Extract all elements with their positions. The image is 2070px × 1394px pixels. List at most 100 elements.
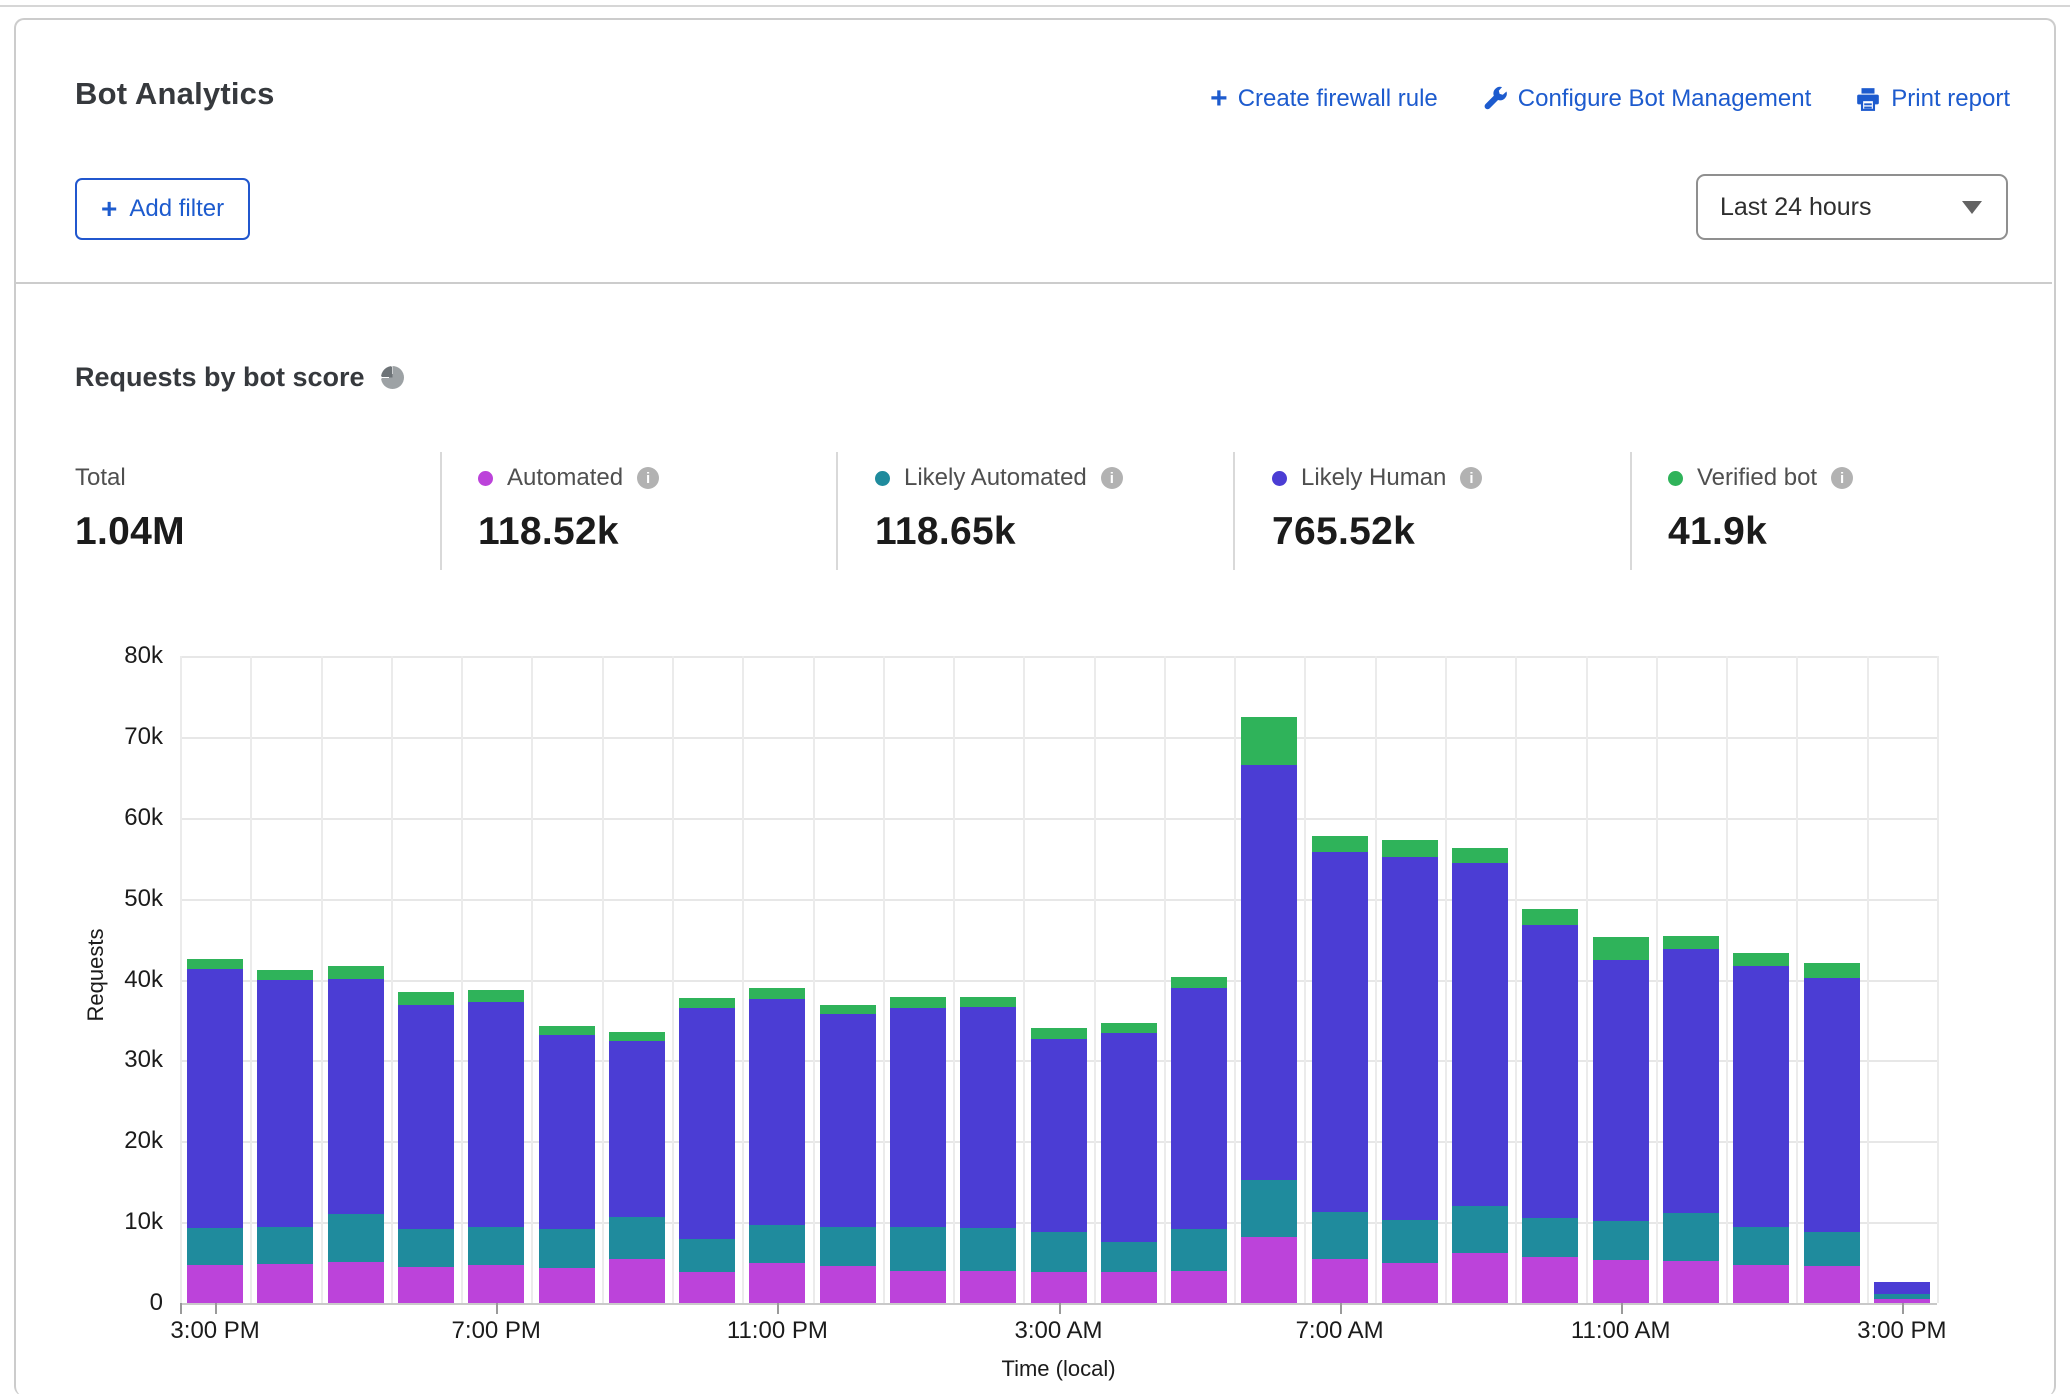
chart-bar-600pm[interactable] bbox=[398, 992, 454, 1303]
gridline bbox=[321, 656, 323, 1303]
gridline bbox=[180, 818, 1937, 820]
y-tick-label: 30k bbox=[93, 1046, 163, 1074]
chart-bar-500am[interactable] bbox=[1171, 977, 1227, 1303]
chart-bar-900pm[interactable] bbox=[609, 1032, 665, 1303]
chart-bar-900am[interactable] bbox=[1452, 848, 1508, 1303]
chart-bar-1000pm[interactable] bbox=[679, 998, 735, 1303]
configure-bot-management-label: Configure Bot Management bbox=[1518, 85, 1812, 113]
x-axis-title: Time (local) bbox=[180, 1356, 1937, 1382]
verified-bot-legend-dot bbox=[1668, 471, 1683, 486]
chart-bar-600am[interactable] bbox=[1241, 717, 1297, 1303]
y-tick-label: 50k bbox=[93, 885, 163, 913]
stat-likely-human-label: Likely Human bbox=[1301, 464, 1446, 492]
bar-segment-verified-bot bbox=[1171, 977, 1227, 988]
bar-segment-verified-bot bbox=[1382, 840, 1438, 856]
x-tick-mark bbox=[215, 1303, 217, 1314]
gridline bbox=[1726, 656, 1728, 1303]
info-icon[interactable]: i bbox=[1101, 467, 1123, 489]
bar-segment-likely-automated bbox=[398, 1229, 454, 1267]
bar-segment-automated bbox=[1663, 1261, 1719, 1303]
chevron-down-icon bbox=[1962, 201, 1982, 214]
bar-segment-likely-human bbox=[257, 980, 313, 1227]
bar-segment-likely-human bbox=[679, 1008, 735, 1239]
chart-bar-800pm[interactable] bbox=[539, 1026, 595, 1303]
chart-bar-200am[interactable] bbox=[960, 997, 1016, 1303]
add-filter-button[interactable]: + Add filter bbox=[75, 178, 250, 240]
print-report-link[interactable]: Print report bbox=[1855, 85, 2010, 113]
bar-segment-verified-bot bbox=[1804, 963, 1860, 978]
chart-bar-1200am[interactable] bbox=[820, 1005, 876, 1303]
chart-bar-1100am[interactable] bbox=[1593, 937, 1649, 1303]
x-tick-mark bbox=[1059, 1303, 1061, 1314]
chart-bar-300pm[interactable] bbox=[187, 959, 243, 1303]
gridline bbox=[250, 656, 252, 1303]
bar-segment-likely-automated bbox=[1312, 1212, 1368, 1260]
automated-legend-dot bbox=[478, 471, 493, 486]
chart-bar-400am[interactable] bbox=[1101, 1023, 1157, 1303]
y-tick-label: 60k bbox=[93, 804, 163, 832]
info-icon[interactable]: i bbox=[1831, 467, 1853, 489]
top-divider bbox=[0, 5, 2070, 7]
stat-divider bbox=[1233, 452, 1235, 570]
x-tick-label: 3:00 AM bbox=[969, 1317, 1149, 1345]
info-icon[interactable]: i bbox=[1460, 467, 1482, 489]
bar-segment-automated bbox=[468, 1265, 524, 1303]
chart-bar-1000am[interactable] bbox=[1522, 909, 1578, 1303]
bar-segment-automated bbox=[1031, 1272, 1087, 1303]
gridline bbox=[742, 656, 744, 1303]
add-filter-label: Add filter bbox=[129, 195, 224, 223]
bar-segment-verified-bot bbox=[398, 992, 454, 1004]
y-tick-label: 0 bbox=[93, 1289, 163, 1317]
bar-segment-automated bbox=[679, 1272, 735, 1303]
chart-bar-400pm[interactable] bbox=[257, 970, 313, 1303]
bar-segment-likely-human bbox=[1804, 978, 1860, 1232]
gridline bbox=[1234, 656, 1236, 1303]
gridline bbox=[1656, 656, 1658, 1303]
y-tick-label: 80k bbox=[93, 642, 163, 670]
bar-segment-likely-human bbox=[890, 1008, 946, 1227]
bar-segment-likely-human bbox=[1101, 1033, 1157, 1242]
stat-automated-value: 118.52k bbox=[478, 510, 659, 554]
bar-segment-likely-automated bbox=[1171, 1229, 1227, 1271]
axis-origin-tick bbox=[180, 1303, 182, 1314]
bar-segment-likely-human bbox=[1031, 1039, 1087, 1231]
chart-bar-100pm[interactable] bbox=[1733, 953, 1789, 1303]
x-tick-label: 11:00 AM bbox=[1531, 1317, 1711, 1345]
gridline bbox=[1094, 656, 1096, 1303]
create-firewall-rule-link[interactable]: + Create firewall rule bbox=[1210, 84, 1438, 114]
chart-bar-200pm[interactable] bbox=[1804, 963, 1860, 1303]
gridline bbox=[1445, 656, 1447, 1303]
bar-segment-likely-automated bbox=[257, 1227, 313, 1264]
bar-segment-likely-automated bbox=[539, 1229, 595, 1268]
gridline bbox=[883, 656, 885, 1303]
chart-bar-700am[interactable] bbox=[1312, 836, 1368, 1303]
bar-segment-automated bbox=[1804, 1266, 1860, 1303]
bar-segment-likely-human bbox=[820, 1014, 876, 1227]
configure-bot-management-link[interactable]: Configure Bot Management bbox=[1482, 85, 1812, 113]
gridline bbox=[1867, 656, 1869, 1303]
gridline bbox=[180, 899, 1937, 901]
gridline bbox=[391, 656, 393, 1303]
plus-icon: + bbox=[1210, 84, 1228, 114]
bar-segment-verified-bot bbox=[1031, 1028, 1087, 1039]
stat-total: Total 1.04M bbox=[75, 463, 185, 554]
chart-bar-300am[interactable] bbox=[1031, 1028, 1087, 1303]
gridline bbox=[1586, 656, 1588, 1303]
bar-segment-verified-bot bbox=[1101, 1023, 1157, 1033]
chart-bar-700pm[interactable] bbox=[468, 990, 524, 1303]
time-range-select[interactable]: Last 24 hours bbox=[1696, 174, 2008, 240]
bar-segment-likely-human bbox=[328, 979, 384, 1214]
chart-bar-500pm[interactable] bbox=[328, 966, 384, 1303]
bar-segment-verified-bot bbox=[257, 970, 313, 981]
chart-bar-1200pm[interactable] bbox=[1663, 936, 1719, 1303]
y-tick-label: 10k bbox=[93, 1208, 163, 1236]
bar-segment-automated bbox=[1733, 1265, 1789, 1303]
bar-segment-likely-human bbox=[1733, 966, 1789, 1227]
info-icon[interactable]: i bbox=[637, 467, 659, 489]
chart-bar-1100pm[interactable] bbox=[749, 988, 805, 1303]
chart-bar-300pm[interactable] bbox=[1874, 1282, 1930, 1303]
bar-segment-verified-bot bbox=[820, 1005, 876, 1015]
chart-bar-800am[interactable] bbox=[1382, 840, 1438, 1303]
chart-bar-100am[interactable] bbox=[890, 997, 946, 1303]
bar-segment-verified-bot bbox=[749, 988, 805, 999]
